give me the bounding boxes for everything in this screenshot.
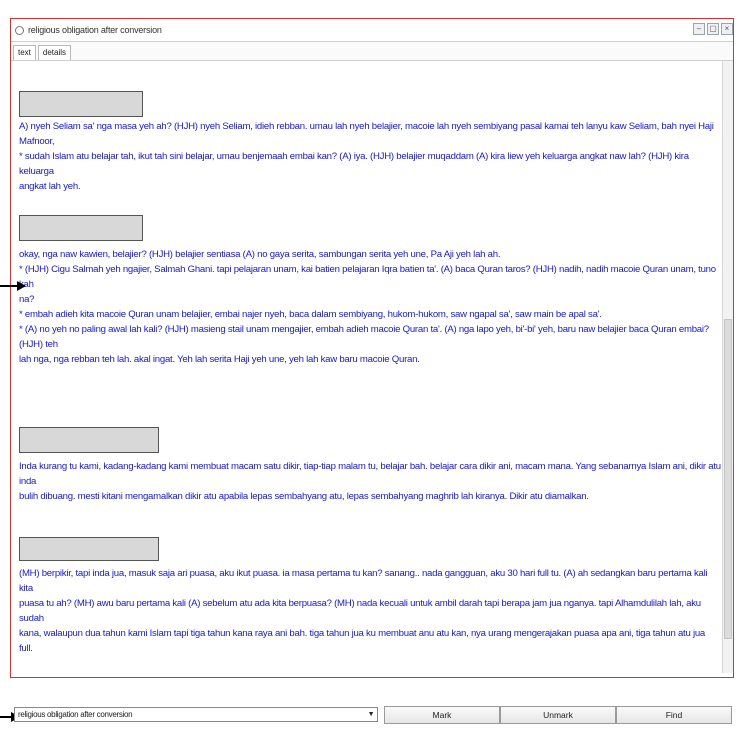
scrollbar-thumb[interactable] xyxy=(724,319,732,639)
text-line: * sudah Islam atu belajar tah, ikut tah … xyxy=(19,151,689,177)
title-bar: religious obligation after conversion – … xyxy=(11,19,733,42)
text-line: A) nyeh Seliam sa' nga masa yeh ah? (HJH… xyxy=(19,121,714,147)
code-select-value: religious obligation after conversion xyxy=(18,710,133,719)
text-line: * embah adieh kita macoie Quran unam bel… xyxy=(19,309,602,320)
mark-button[interactable]: Mark xyxy=(384,706,500,724)
text-line: puasa tu ah? (MH) awu baru pertama kali … xyxy=(19,598,701,624)
tab-text[interactable]: text xyxy=(13,45,36,60)
text-line: Inda kurang tu kami, kadang-kadang kami … xyxy=(19,461,721,487)
close-button[interactable]: × xyxy=(721,23,733,35)
maximize-button[interactable]: ▢ xyxy=(707,23,719,35)
redacted-speaker-label xyxy=(19,91,143,117)
unmark-button[interactable]: Unmark xyxy=(500,706,616,724)
redacted-speaker-label xyxy=(19,215,143,241)
transcript-paragraph: Inda kurang tu kami, kadang-kadang kami … xyxy=(19,459,721,504)
transcript-text-area[interactable]: A) nyeh Seliam sa' nga masa yeh ah? (HJH… xyxy=(11,61,723,673)
window-controls: – ▢ × xyxy=(693,23,733,35)
minimize-button[interactable]: – xyxy=(693,23,705,35)
code-select[interactable]: religious obligation after conversion ▼ xyxy=(14,707,378,722)
window-title: religious obligation after conversion xyxy=(28,25,162,35)
transcript-paragraph: okay, nga naw kawien, belajier? (HJH) be… xyxy=(19,247,721,367)
transcript-paragraph: (MH) berpikir, tapi inda jua, masuk saja… xyxy=(19,566,721,656)
bottom-toolbar: religious obligation after conversion ▼ … xyxy=(10,704,734,728)
text-line: bulih dibuang. mesti kitani mengamalkan … xyxy=(19,491,589,502)
redacted-speaker-label xyxy=(19,427,159,453)
transcript-paragraph: A) nyeh Seliam sa' nga masa yeh ah? (HJH… xyxy=(19,119,721,194)
text-line: angkat lah yeh. xyxy=(19,181,81,192)
chevron-down-icon[interactable]: ▼ xyxy=(365,708,377,721)
text-line: lah nga, nga rebban teh lah. akal ingat.… xyxy=(19,354,420,365)
text-line: na? xyxy=(19,294,35,305)
vertical-scrollbar[interactable] xyxy=(722,61,733,673)
main-window: religious obligation after conversion – … xyxy=(10,18,734,678)
tab-bar: text details xyxy=(11,42,733,61)
redacted-speaker-label xyxy=(19,537,159,561)
annotation-arrow-icon xyxy=(0,281,26,291)
text-line: * (A) no yeh no paling awal lah kali? (H… xyxy=(19,324,709,350)
text-line: kana, walaupun dua tahun kami Islam tapi… xyxy=(19,628,705,654)
find-button[interactable]: Find xyxy=(616,706,732,724)
text-line: okay, nga naw kawien, belajier? (HJH) be… xyxy=(19,249,501,260)
radio-icon[interactable] xyxy=(15,25,24,35)
tab-details[interactable]: details xyxy=(37,45,72,60)
text-line: (MH) berpikir, tapi inda jua, masuk saja… xyxy=(19,568,708,594)
text-line: * (HJH) Cigu Salmah yeh ngajier, Salmah … xyxy=(19,264,716,290)
